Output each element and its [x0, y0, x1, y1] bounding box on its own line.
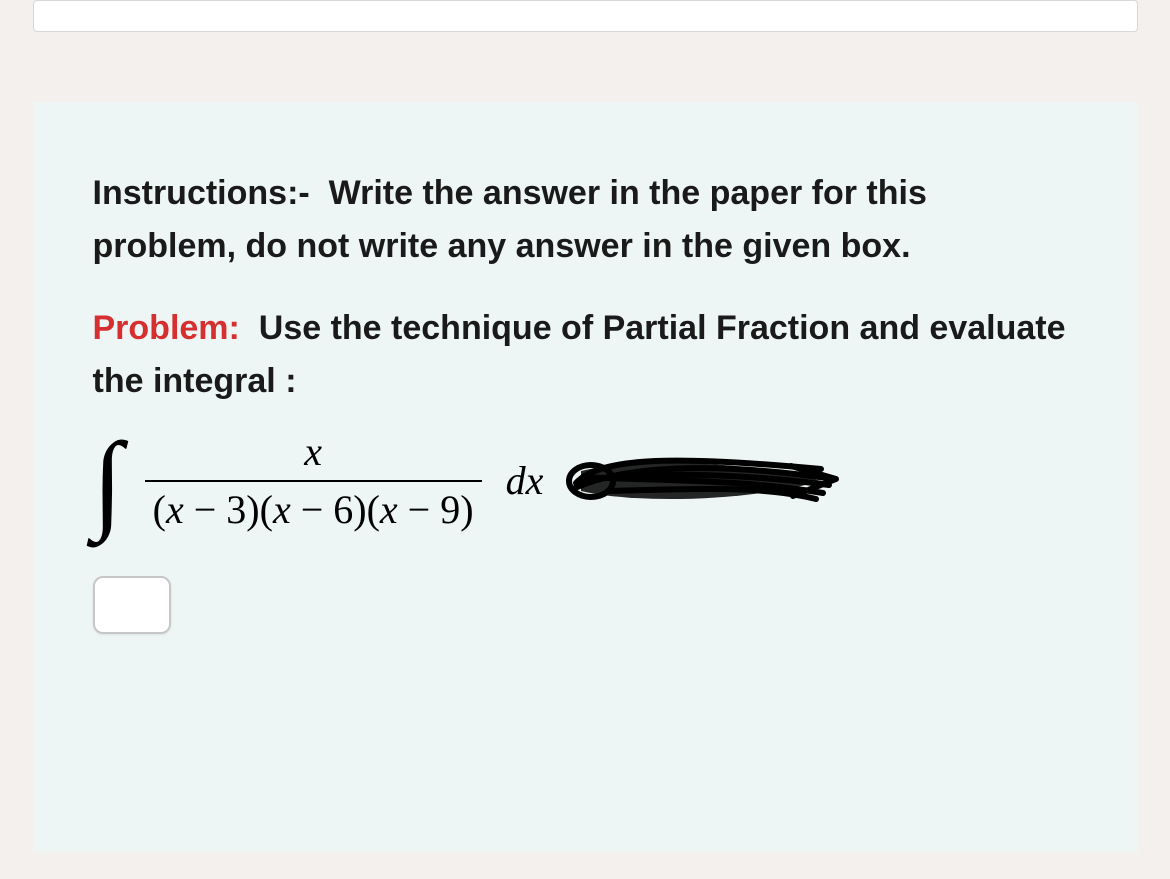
answer-input[interactable]	[93, 576, 171, 634]
integral-expression: ∫ x (x − 3)(x − 6)(x − 9) dx	[93, 426, 1078, 536]
empty-top-box	[33, 0, 1138, 32]
scribble-redaction-icon	[561, 451, 841, 511]
problem-card: Instructions:- Write the answer in the p…	[33, 102, 1138, 852]
fraction-denominator: (x − 3)(x − 6)(x − 9)	[145, 482, 482, 532]
integral-sign-icon: ∫	[93, 426, 123, 536]
fraction: x (x − 3)(x − 6)(x − 9)	[145, 430, 482, 532]
instructions-block: Instructions:- Write the answer in the p…	[93, 167, 1078, 272]
instructions-label: Instructions:-	[93, 174, 310, 212]
differential: dx	[506, 457, 544, 504]
problem-label: Problem:	[93, 309, 240, 347]
page-container: Instructions:- Write the answer in the p…	[33, 0, 1138, 852]
problem-block: Problem: Use the technique of Partial Fr…	[93, 302, 1078, 407]
fraction-numerator: x	[296, 430, 330, 480]
